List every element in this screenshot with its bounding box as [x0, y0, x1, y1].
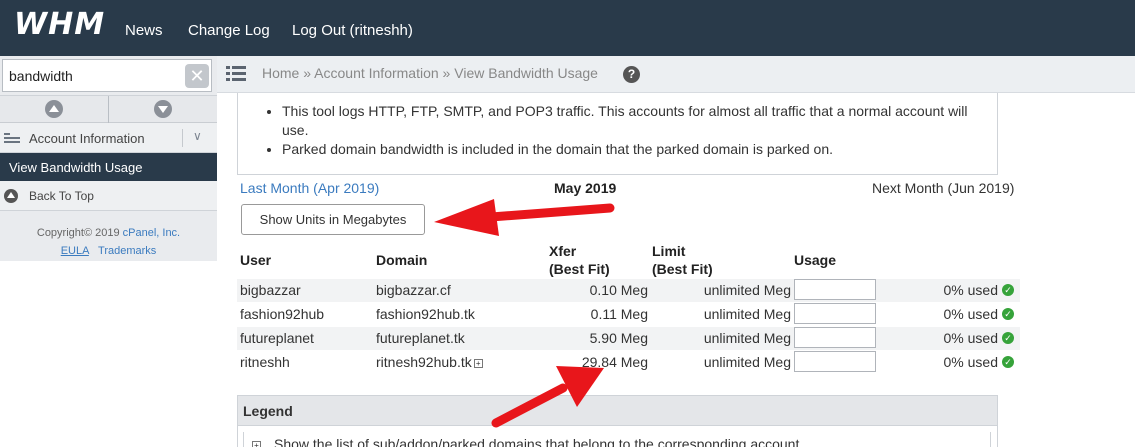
- usage-bar: [794, 327, 876, 348]
- prev-month-link[interactable]: Last Month (Apr 2019): [240, 180, 379, 196]
- column-header-xfer-line1: Xfer: [549, 243, 577, 259]
- sidebar-scroll-controls: [0, 96, 217, 123]
- footer-links: EULA Trademarks: [0, 245, 217, 257]
- legend-header: Legend: [238, 396, 997, 426]
- sidebar-section-account-information[interactable]: Account Information ∨: [0, 123, 217, 153]
- breadcrumb-account-information[interactable]: Account Information: [314, 65, 439, 81]
- column-header-xfer: Xfer (Best Fit): [549, 242, 610, 278]
- column-header-limit: Limit (Best Fit): [652, 242, 713, 278]
- table-row: ritneshh ritnesh92hub.tk + 29.84 Meg unli…: [237, 351, 1020, 374]
- sidebar-section-label: Account Information: [29, 131, 145, 146]
- cell-limit: unlimited Meg: [703, 330, 791, 346]
- nav-news-link[interactable]: News: [125, 22, 163, 39]
- cell-domain: ritnesh92hub.tk: [376, 354, 472, 370]
- cpanel-link[interactable]: cPanel, Inc.: [123, 227, 180, 239]
- check-icon: ✓: [1002, 332, 1014, 344]
- show-units-megabytes-button[interactable]: Show Units in Megabytes: [241, 204, 425, 235]
- legend-panel: Legend + Show the list of sub/addon/park…: [237, 395, 998, 447]
- note-item: This tool logs HTTP, FTP, SMTP, and POP3…: [282, 102, 982, 140]
- cell-xfer: 0.11 Meg: [590, 306, 648, 322]
- cell-domain: bigbazzar.cf: [376, 282, 451, 298]
- breadcrumb-current-page: View Bandwidth Usage: [454, 65, 598, 81]
- clear-search-icon[interactable]: ✕: [185, 64, 209, 88]
- cell-xfer: 0.10 Meg: [589, 282, 648, 298]
- sidebar-search-input[interactable]: [2, 59, 212, 92]
- trademarks-link[interactable]: Trademarks: [98, 245, 156, 257]
- check-icon: ✓: [1002, 308, 1014, 320]
- cell-xfer: 29.84 Meg: [581, 354, 648, 370]
- current-month-label: May 2019: [554, 180, 617, 196]
- scroll-up-icon[interactable]: [45, 100, 63, 118]
- note-item: Parked domain bandwidth is included in t…: [282, 140, 982, 159]
- cell-usage: 0% used: [943, 330, 998, 346]
- column-header-usage: Usage: [794, 252, 837, 268]
- expand-plus-icon: +: [252, 441, 261, 447]
- nav-change-log-link[interactable]: Change Log: [188, 22, 270, 39]
- cell-user: ritneshh: [240, 354, 290, 370]
- cell-limit: unlimited Meg: [703, 354, 791, 370]
- breadcrumb-trail: Home » Account Information » View Bandwi…: [262, 65, 598, 81]
- cell-user: futureplanet: [240, 330, 314, 346]
- cell-domain: futureplanet.tk: [376, 330, 465, 346]
- nav-logout-link[interactable]: Log Out (ritneshh): [292, 22, 413, 39]
- cell-usage: 0% used: [943, 282, 998, 298]
- cell-usage: 0% used: [943, 354, 998, 370]
- annotation-arrow-units-button: [434, 199, 615, 236]
- back-to-top-label: Back To Top: [29, 189, 94, 203]
- help-icon[interactable]: ?: [623, 66, 640, 83]
- column-header-user: User: [240, 252, 272, 268]
- usage-bar: [794, 279, 876, 300]
- column-header-limit-line2: (Best Fit): [652, 261, 713, 277]
- cell-usage: 0% used: [943, 306, 998, 322]
- sidebar-search-area: ✕: [0, 56, 217, 96]
- back-to-top-icon: [4, 189, 18, 203]
- sidebar-item-label: View Bandwidth Usage: [9, 160, 143, 175]
- column-header-limit-line1: Limit: [652, 243, 686, 259]
- info-notes: This tool logs HTTP, FTP, SMTP, and POP3…: [237, 93, 998, 175]
- table-row: fashion92hub fashion92hub.tk 0.11 Meg un…: [237, 303, 1020, 326]
- table-row: futureplanet futureplanet.tk 5.90 Meg un…: [237, 327, 1020, 350]
- sidebar: ✕ Account Information ∨ View Bandwidth U…: [0, 56, 217, 447]
- scroll-down-icon[interactable]: [154, 100, 172, 118]
- usage-bar: [794, 351, 876, 372]
- menu-collapse-icon[interactable]: [226, 66, 246, 82]
- sidebar-footer: Copyright© 2019 cPanel, Inc. EULA Tradem…: [0, 211, 217, 261]
- legend-body: + Show the list of sub/addon/parked doma…: [243, 432, 991, 447]
- copyright-text: Copyright© 2019 cPanel, Inc.: [0, 227, 217, 239]
- check-icon: ✓: [1002, 284, 1014, 296]
- legend-item-text: Show the list of sub/addon/parked domain…: [274, 436, 804, 447]
- account-info-icon: [4, 133, 20, 143]
- chevron-down-icon[interactable]: ∨: [193, 129, 202, 143]
- eula-link[interactable]: EULA: [61, 245, 89, 257]
- whm-logo[interactable]: WHM: [14, 8, 105, 42]
- next-month-label: Next Month (Jun 2019): [872, 180, 1015, 196]
- divider: [108, 96, 109, 123]
- sidebar-item-view-bandwidth-usage[interactable]: View Bandwidth Usage: [0, 153, 217, 181]
- breadcrumb-home[interactable]: Home: [262, 65, 299, 81]
- column-header-xfer-line2: (Best Fit): [549, 261, 610, 277]
- copyright-prefix: Copyright© 2019: [36, 227, 123, 239]
- legend-title: Legend: [243, 403, 293, 419]
- column-header-domain: Domain: [376, 252, 428, 268]
- cell-user: fashion92hub: [240, 306, 325, 322]
- usage-bar: [794, 303, 876, 324]
- breadcrumb: Home » Account Information » View Bandwi…: [217, 56, 1135, 93]
- back-to-top-link[interactable]: Back To Top: [0, 181, 217, 211]
- check-icon: ✓: [1002, 356, 1014, 368]
- cell-limit: unlimited Meg: [703, 306, 791, 322]
- expand-plus-icon[interactable]: +: [473, 359, 483, 368]
- cell-domain: fashion92hub.tk: [376, 306, 475, 322]
- cell-xfer: 5.90 Meg: [589, 330, 648, 346]
- table-row: bigbazzar bigbazzar.cf 0.10 Meg unlimite…: [237, 279, 1020, 302]
- cell-limit: unlimited Meg: [703, 282, 791, 298]
- top-navigation-bar: WHM News Change Log Log Out (ritneshh): [0, 0, 1135, 56]
- cell-user: bigbazzar: [240, 282, 301, 298]
- divider: [182, 129, 183, 147]
- cell-domain-wrap: ritnesh92hub.tk +: [376, 354, 483, 370]
